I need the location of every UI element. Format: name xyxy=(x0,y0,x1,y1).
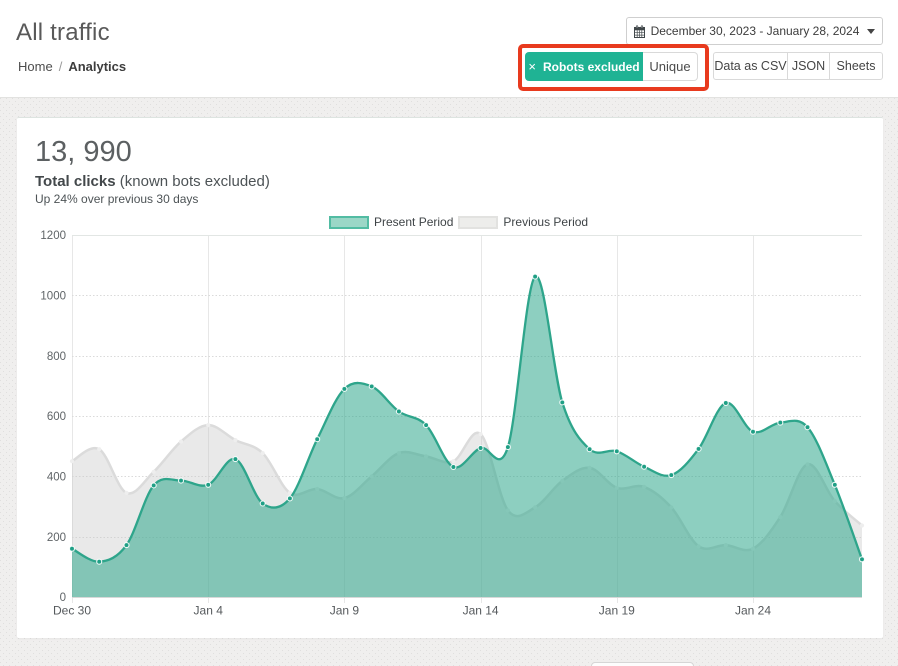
svg-text:Jan 14: Jan 14 xyxy=(463,604,499,618)
svg-text:Jan 4: Jan 4 xyxy=(194,604,224,618)
svg-text:Dec 30: Dec 30 xyxy=(53,604,91,618)
svg-text:Jan 24: Jan 24 xyxy=(735,604,771,618)
svg-text:1000: 1000 xyxy=(40,291,66,303)
svg-text:200: 200 xyxy=(47,532,66,544)
svg-text:1200: 1200 xyxy=(40,230,66,242)
svg-text:600: 600 xyxy=(47,411,66,423)
svg-text:Jan 9: Jan 9 xyxy=(330,604,360,618)
svg-text:800: 800 xyxy=(47,351,66,363)
svg-text:400: 400 xyxy=(47,472,66,484)
svg-text:0: 0 xyxy=(60,592,66,604)
svg-text:Jan 19: Jan 19 xyxy=(599,604,635,618)
